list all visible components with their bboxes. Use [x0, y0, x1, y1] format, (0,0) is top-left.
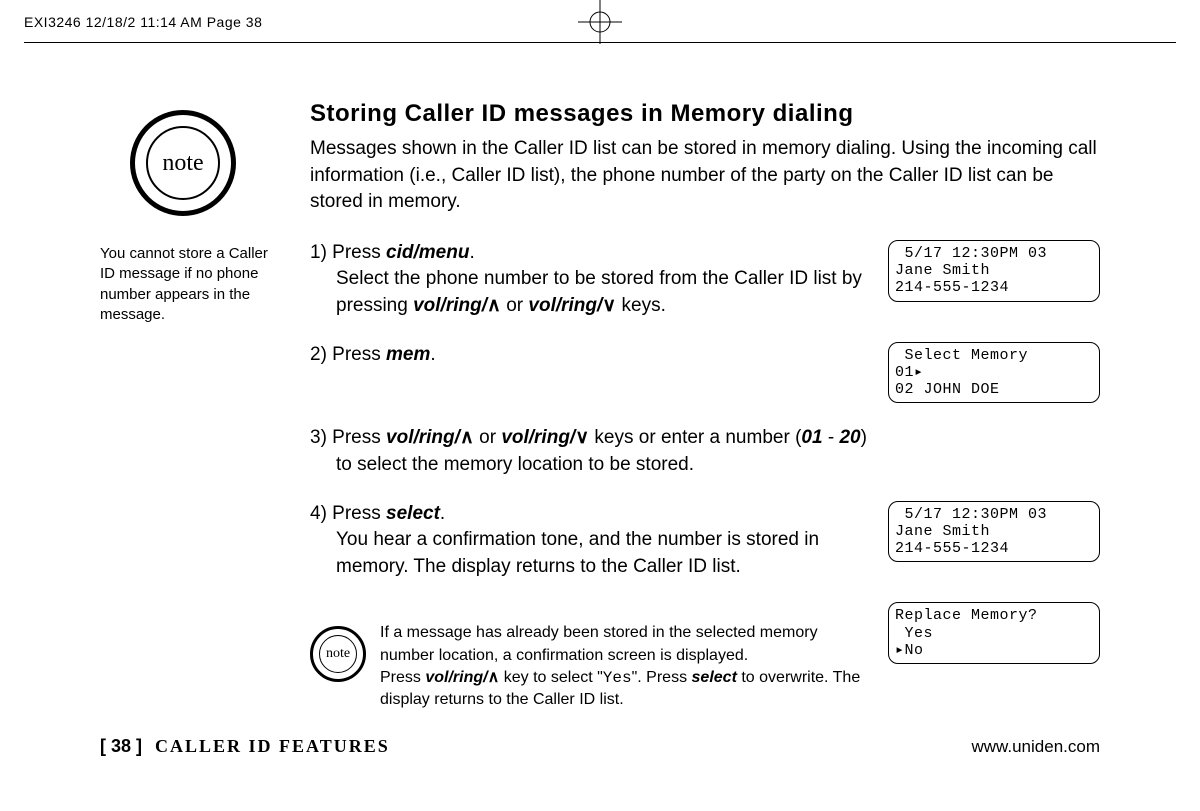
- note-icon: note: [130, 110, 236, 216]
- up-arrow-icon: ∧: [460, 427, 474, 448]
- text: 1) Press: [310, 242, 386, 263]
- section-name: CALLER ID FEATURES: [155, 736, 390, 756]
- key-vol-ring: vol/ring/: [501, 427, 575, 448]
- text: 20: [839, 427, 860, 448]
- text: .: [469, 242, 474, 263]
- lcd-display-2: Select Memory 01▸ 02 JOHN DOE: [888, 342, 1100, 404]
- intro-paragraph: Messages shown in the Caller ID list can…: [310, 136, 1100, 216]
- note-icon-small: note: [310, 626, 366, 682]
- up-arrow-icon: ∧: [487, 295, 501, 316]
- text: 4) Press: [310, 503, 386, 524]
- text: .: [430, 344, 435, 365]
- text: -: [823, 427, 840, 448]
- page-footer: [ 38 ] CALLER ID FEATURES www.uniden.com: [100, 736, 1100, 757]
- step-4-text: 4) Press select. You hear a confirmation…: [310, 501, 876, 581]
- footer-url: www.uniden.com: [971, 737, 1100, 757]
- text: ". Press: [632, 669, 692, 686]
- text: 3) Press: [310, 427, 386, 448]
- text: or: [474, 427, 501, 448]
- step-1-row: 1) Press cid/menu. Select the phone numb…: [310, 240, 1100, 320]
- text: You hear a confirmation tone, and the nu…: [310, 527, 876, 580]
- footer-left: [ 38 ] CALLER ID FEATURES: [100, 736, 390, 757]
- text: 01: [801, 427, 822, 448]
- page-number: [ 38 ]: [100, 736, 142, 756]
- section-title: Storing Caller ID messages in Memory dia…: [310, 100, 1100, 128]
- inline-note-row: note If a message has already been store…: [310, 602, 1100, 712]
- key-cid-menu: cid/menu: [386, 242, 469, 263]
- margin-note-text: You cannot store a Caller ID message if …: [100, 244, 270, 325]
- step-3-row: 3) Press vol/ring/∧ or vol/ring/∨ keys o…: [310, 425, 1100, 478]
- key-mem: mem: [386, 344, 430, 365]
- text: or: [501, 295, 528, 316]
- inline-note-text: If a message has already been stored in …: [380, 622, 876, 712]
- down-arrow-icon: ∨: [575, 427, 589, 448]
- text: keys or enter a number (: [589, 427, 801, 448]
- text: If a message has already been stored in …: [380, 624, 818, 663]
- down-arrow-icon: ∨: [602, 295, 616, 316]
- step-3-text: 3) Press vol/ring/∧ or vol/ring/∨ keys o…: [310, 425, 880, 478]
- margin-note-column: note You cannot store a Caller ID messag…: [100, 110, 280, 325]
- step-1-text: 1) Press cid/menu. Select the phone numb…: [310, 240, 876, 320]
- text: key to select ": [499, 669, 603, 686]
- text: keys.: [616, 295, 666, 316]
- text: 2) Press: [310, 344, 386, 365]
- key-select: select: [692, 669, 737, 686]
- lcd-display-1: 5/17 12:30PM 03 Jane Smith 214-555-1234: [888, 240, 1100, 302]
- key-select: select: [386, 503, 440, 524]
- key-vol-ring: vol/ring/: [528, 295, 602, 316]
- key-vol-ring: vol/ring/: [386, 427, 460, 448]
- step-4-row: 4) Press select. You hear a confirmation…: [310, 501, 1100, 581]
- text: Yes: [603, 669, 632, 687]
- note-icon-label: note: [146, 126, 220, 200]
- step-2-row: 2) Press mem. Select Memory 01▸ 02 JOHN …: [310, 342, 1100, 404]
- page-content: note You cannot store a Caller ID messag…: [100, 100, 1100, 751]
- step-2-text: 2) Press mem.: [310, 342, 876, 369]
- lcd-display-3: 5/17 12:30PM 03 Jane Smith 214-555-1234: [888, 501, 1100, 563]
- lcd-display-4: Replace Memory? Yes ▸No: [888, 602, 1100, 664]
- key-vol-ring: vol/ring/: [413, 295, 487, 316]
- crop-mark-icon: [578, 0, 622, 44]
- text: .: [440, 503, 445, 524]
- text: Press: [380, 669, 425, 686]
- prepress-header-text: EXI3246 12/18/2 11:14 AM Page 38: [24, 14, 262, 30]
- key-vol-ring: vol/ring/: [425, 669, 487, 686]
- up-arrow-icon: ∧: [488, 669, 500, 686]
- main-column: Storing Caller ID messages in Memory dia…: [310, 100, 1100, 734]
- note-icon-small-label: note: [319, 635, 357, 673]
